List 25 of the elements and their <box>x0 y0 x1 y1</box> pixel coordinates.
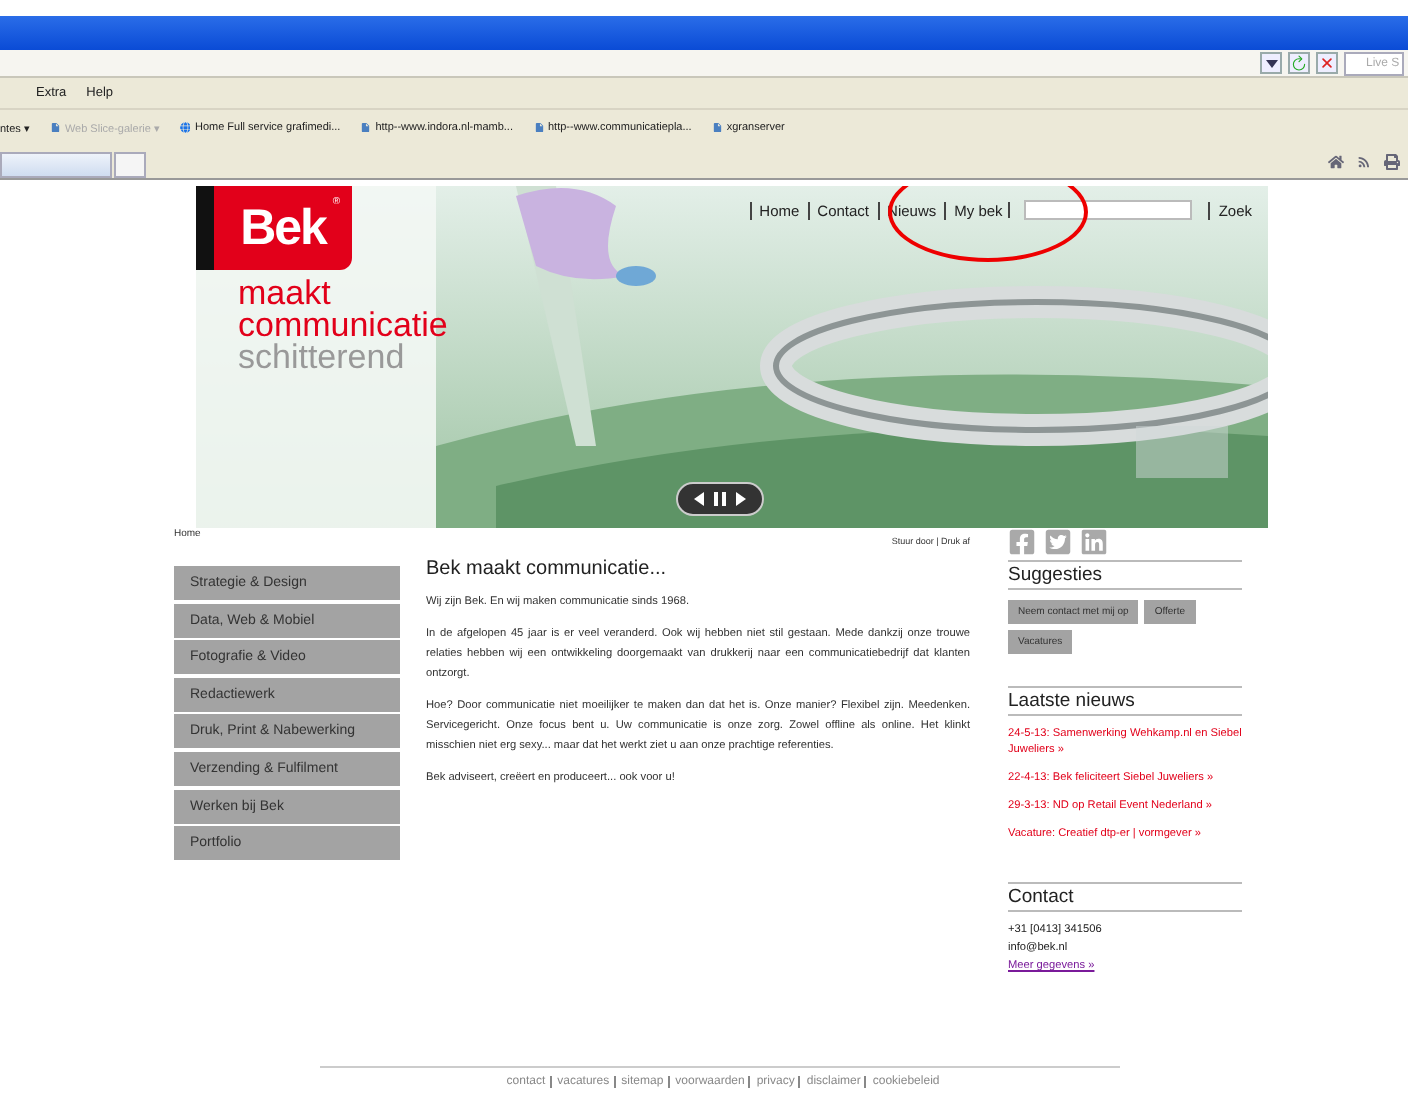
close-icon[interactable] <box>1316 52 1338 74</box>
caret-icon <box>1265 59 1277 67</box>
page-icon <box>533 122 544 134</box>
search-field[interactable] <box>1024 200 1193 220</box>
twitter-icon[interactable] <box>1044 528 1072 556</box>
page-icon <box>360 122 372 134</box>
print-icon[interactable] <box>1384 154 1400 170</box>
section-title: Suggesties <box>1008 560 1242 590</box>
since-bar <box>196 186 214 270</box>
slider-controls[interactable] <box>676 482 764 516</box>
tagline: schitterend <box>238 342 407 374</box>
play-controls-icon <box>690 490 750 508</box>
page-icon <box>711 122 723 134</box>
home-icon[interactable] <box>1328 154 1344 170</box>
feed-icon[interactable] <box>1356 154 1372 170</box>
article-title: Bek maakt communicatie... <box>426 558 669 580</box>
page-icon <box>49 122 61 134</box>
tagline: communicatie <box>238 310 448 342</box>
dropdown-button[interactable] <box>1260 52 1282 74</box>
section-title: Contact <box>1008 882 1242 912</box>
section-title: Laatste nieuws <box>1008 686 1242 716</box>
globe-icon <box>179 122 191 134</box>
facebook-icon[interactable] <box>1008 528 1036 556</box>
tagline: maakt <box>238 278 331 310</box>
linkedin-icon[interactable] <box>1080 528 1108 556</box>
